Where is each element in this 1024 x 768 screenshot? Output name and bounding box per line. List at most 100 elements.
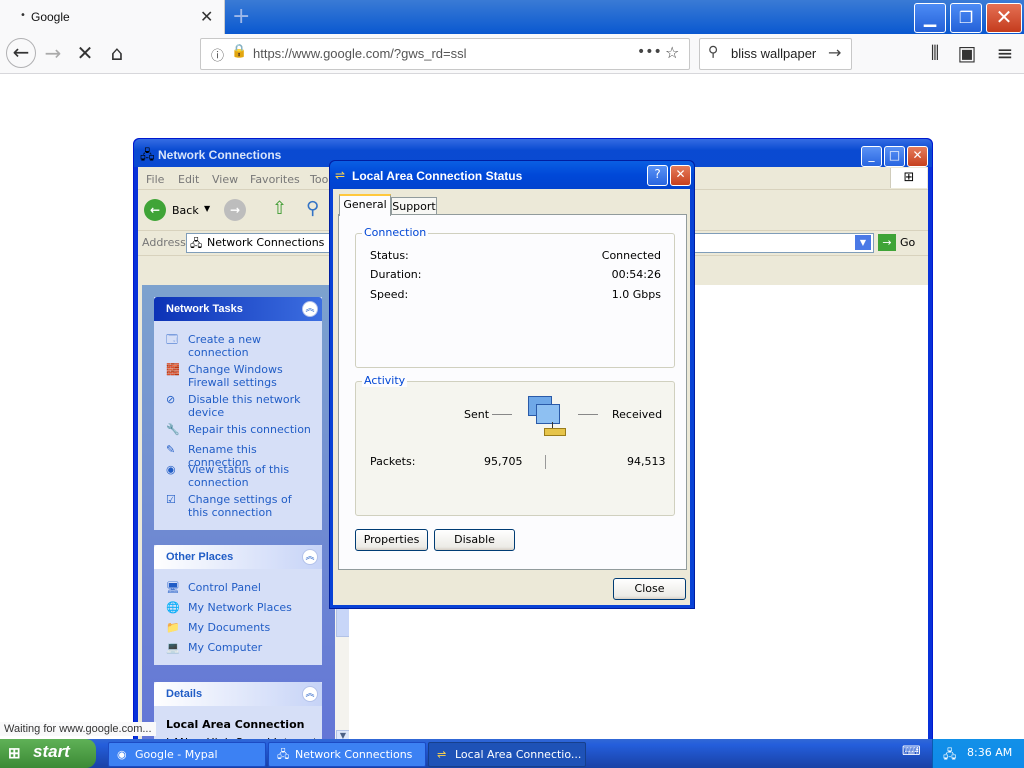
menu-edit[interactable]: Edit [178, 173, 199, 186]
network-tasks-header[interactable]: Network Tasks ︽ [154, 297, 322, 321]
back-arrow-icon[interactable]: ← [144, 199, 166, 221]
task-create-connection[interactable]: 🗔 Create a new connection [166, 333, 316, 359]
library-icon[interactable]: ⫴ [922, 42, 948, 66]
status-value: Connected [601, 249, 661, 262]
task-pane: Network Tasks ︽ 🗔 Create a new connection… [142, 285, 335, 749]
network-tray-icon[interactable]: 🖧 [943, 745, 956, 766]
collapse-chevron-icon[interactable]: ︽ [302, 301, 318, 317]
help-button[interactable]: ? [647, 165, 668, 186]
taskbar-item-label: Google - Mypal [135, 748, 218, 761]
address-value: Network Connections [207, 236, 325, 249]
task-disable-device[interactable]: ⊘ Disable this network device [166, 393, 316, 419]
task-repair-connection[interactable]: 🔧 Repair this connection [166, 423, 316, 437]
search-input[interactable]: bliss wallpaper [731, 46, 816, 61]
packets-received-value: 94,513 [627, 455, 666, 468]
url-bar[interactable]: ⓘ 🔒 https://www.google.com/?gws_rd=ssl •… [200, 38, 690, 70]
disable-button[interactable]: Disable [434, 529, 515, 551]
task-firewall-settings[interactable]: 🧱 Change Windows Firewall settings [166, 363, 316, 389]
activity-group-label: Activity [362, 374, 408, 387]
chevron-down-icon[interactable]: ▼ [855, 235, 871, 250]
collapse-chevron-icon[interactable]: ︽ [302, 549, 318, 565]
scroll-thumb[interactable] [336, 605, 350, 637]
go-arrow-icon[interactable]: → [878, 234, 896, 251]
received-label: Received [612, 408, 663, 421]
folder-up-icon[interactable]: ⇧ [272, 198, 287, 219]
close-dialog-button[interactable]: Close [613, 578, 686, 600]
place-my-documents[interactable]: 📁 My Documents [166, 621, 316, 635]
speed-value: 1.0 Gbps [611, 288, 661, 301]
search-go-arrow-icon[interactable]: → [828, 43, 841, 62]
back-arrow-icon[interactable]: ← [6, 38, 36, 68]
rename-icon: ✎ [166, 443, 176, 456]
sidebar-icon[interactable]: ▣ [954, 42, 980, 66]
maximize-button[interactable]: □ [884, 146, 905, 167]
taskbar-item-label: Network Connections [295, 748, 413, 761]
tab-title: Google [31, 10, 70, 24]
network-activity-icon [526, 394, 566, 438]
back-button-label[interactable]: Back [172, 204, 199, 217]
network-tasks-title: Network Tasks [166, 303, 243, 315]
duration-label: Duration: [370, 268, 422, 281]
packets-sent-value: 95,705 [484, 455, 523, 468]
start-label: start [33, 742, 70, 761]
keyboard-icon[interactable]: ⌨ [902, 744, 921, 759]
maximize-button[interactable]: ❐ [950, 3, 982, 33]
menu-file[interactable]: File [146, 173, 164, 186]
search-icon[interactable]: ⚲ [306, 198, 319, 219]
close-button[interactable]: ✕ [670, 165, 691, 186]
taskbar-item-network-connections[interactable]: 🖧 Network Connections [268, 742, 426, 767]
window-title: Network Connections [158, 148, 282, 162]
task-view-status[interactable]: ◉ View status of this connection [166, 463, 316, 489]
connection-group: Connection Status: Connected Duration: 0… [355, 226, 675, 368]
properties-button[interactable]: Properties [355, 529, 428, 551]
menu-favorites[interactable]: Favorites [250, 173, 300, 186]
packets-divider [545, 455, 546, 469]
details-header[interactable]: Details ︽ [154, 682, 322, 706]
tab-general[interactable]: General [339, 194, 391, 216]
go-button-label[interactable]: Go [900, 236, 915, 249]
close-button[interactable]: ✕ [907, 146, 928, 167]
network-icon: 🖧 [190, 237, 203, 250]
bookmark-star-icon[interactable]: ☆ [665, 43, 679, 62]
place-my-computer[interactable]: 💻 My Computer [166, 641, 316, 655]
collapse-chevron-icon[interactable]: ︽ [302, 686, 318, 702]
details-title: Details [166, 688, 203, 700]
place-control-panel[interactable]: 🖥 Control Panel [166, 581, 316, 595]
task-change-settings[interactable]: ☑ Change settings of this connection [166, 493, 316, 519]
minimize-button[interactable]: ▁ [914, 3, 946, 33]
home-icon[interactable]: ⌂ [104, 42, 130, 66]
menu-tools[interactable]: Too [310, 173, 328, 186]
sent-label: Sent [464, 408, 490, 421]
connection-status-dialog: ⇌ Local Area Connection Status ? ✕ Gener… [329, 160, 695, 609]
stop-icon[interactable]: ✕ [72, 42, 98, 66]
search-bar[interactable]: ⚲ bliss wallpaper → [699, 38, 852, 70]
other-places-header[interactable]: Other Places ︽ [154, 545, 322, 569]
info-icon[interactable]: ⓘ [211, 45, 224, 64]
connection-group-label: Connection [362, 226, 429, 239]
url-text: https://www.google.com/?gws_rd=ssl [253, 46, 467, 61]
forward-arrow-icon[interactable]: → [224, 199, 246, 221]
place-my-network-places[interactable]: 🌐 My Network Places [166, 601, 316, 615]
other-places-panel: Other Places ︽ 🖥 Control Panel 🌐 My Networ… [154, 545, 322, 665]
minimize-button[interactable]: _ [861, 146, 882, 167]
close-button[interactable]: ✕ [986, 3, 1022, 33]
documents-folder-icon: 📁 [166, 621, 180, 634]
start-button[interactable]: ⊞ start [0, 739, 96, 768]
dialog-body: General Support Connection Status: Conne… [333, 189, 690, 605]
clock: 8:36 AM [967, 746, 1013, 759]
taskbar-item-mypal[interactable]: ◉ Google - Mypal [108, 742, 266, 767]
taskbar-item-label: Local Area Connectio... [455, 748, 582, 761]
browser-tab[interactable]: • Google ✕ [0, 0, 225, 34]
page-actions-icon[interactable]: ••• [637, 44, 662, 60]
taskbar-item-status-dialog[interactable]: ⇌ Local Area Connectio... [428, 742, 586, 767]
network-icon: 🖧 [277, 748, 290, 761]
received-line [578, 414, 598, 415]
new-tab-icon[interactable]: + [232, 4, 250, 29]
forward-arrow-icon[interactable]: → [40, 42, 66, 66]
tab-close-icon[interactable]: ✕ [200, 7, 213, 26]
menu-icon[interactable]: ≡ [992, 42, 1018, 66]
chevron-down-icon[interactable]: ▼ [204, 204, 210, 213]
task-rename-connection[interactable]: ✎ Rename this connection [166, 443, 316, 469]
browser-toolbar: ← → ✕ ⌂ ⓘ 🔒 https://www.google.com/?gws_… [0, 34, 1024, 74]
menu-view[interactable]: View [212, 173, 238, 186]
